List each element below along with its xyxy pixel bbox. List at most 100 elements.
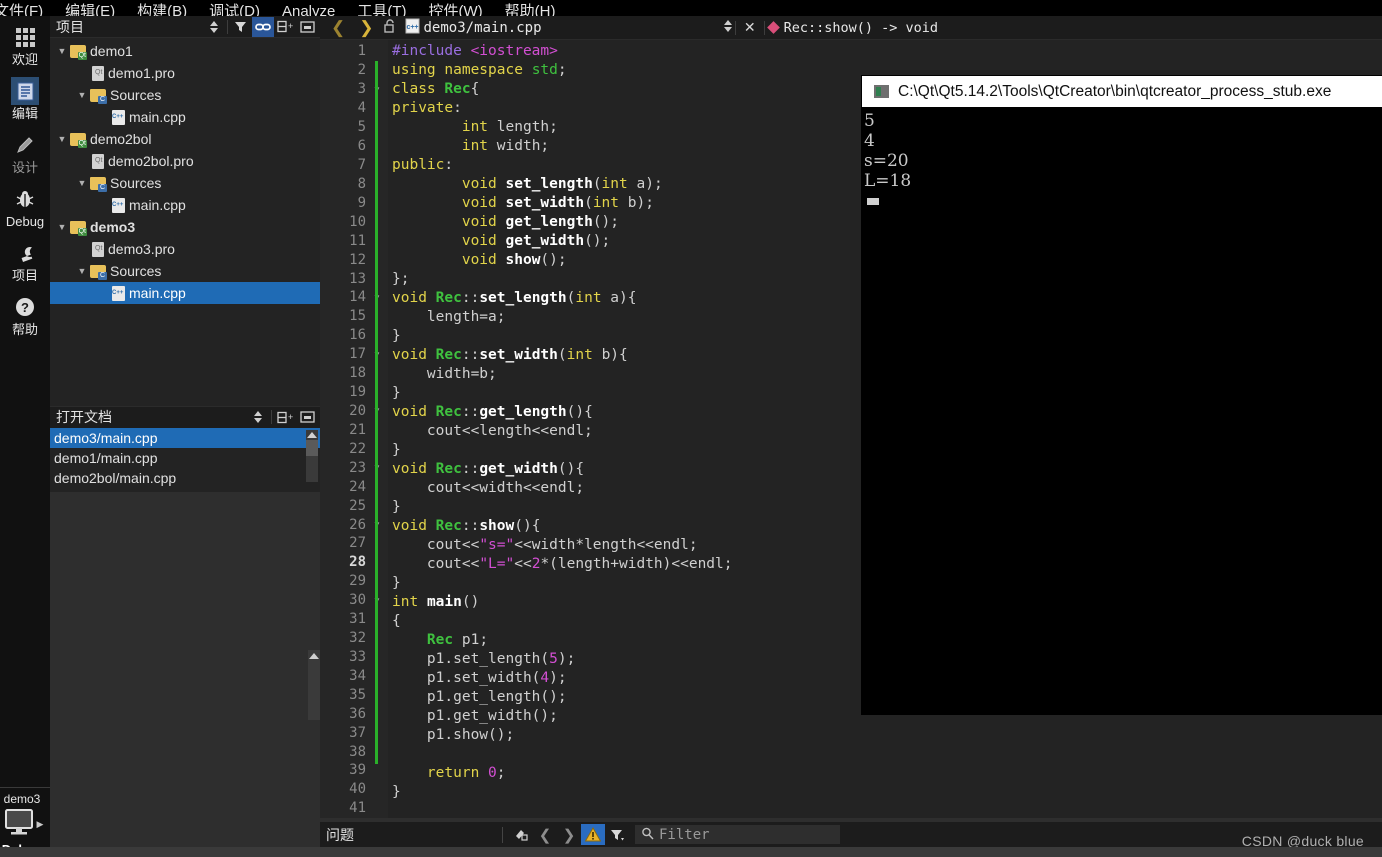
tree-item[interactable]: main.cpp [50, 106, 320, 128]
synchronize-with-editor-button[interactable] [252, 16, 274, 37]
mode-projects[interactable]: 项目 [0, 232, 50, 286]
menu-item-4[interactable]: Analyze [271, 4, 346, 16]
mode-welcome[interactable]: 欢迎 [0, 16, 50, 70]
close-sidebar-button[interactable] [296, 17, 318, 37]
filter-mode-selector[interactable] [203, 17, 225, 37]
project-tree[interactable]: ▼ demo1 demo1.pro ▼ Sources main.cpp ▼ demo2bol… [50, 38, 320, 406]
code-token: :: [461, 518, 480, 534]
tree-item[interactable]: ▼ demo2bol [50, 128, 320, 150]
clear-issues-button[interactable] [509, 824, 533, 845]
mode-edit[interactable]: 编辑 [0, 70, 50, 124]
menu-item-5[interactable]: 工具(T) [346, 4, 417, 16]
opendocs-split-button[interactable]: + [274, 407, 296, 427]
editor-symbol-name[interactable]: Rec::show() -> void [784, 20, 938, 36]
tree-item[interactable]: main.cpp [50, 282, 320, 304]
editor-scroll-up-icon[interactable] [309, 653, 319, 659]
chevron-left-icon[interactable]: ❮ [324, 19, 352, 36]
code-token: set_width [505, 195, 585, 211]
cpp-file-icon [112, 197, 125, 213]
chevron-down-icon[interactable]: ▼ [74, 178, 90, 188]
close-icon[interactable]: ✕ [738, 19, 762, 36]
menu-item-3[interactable]: 调试(D) [198, 4, 271, 16]
menu-item-2[interactable]: 构建(B) [126, 4, 198, 16]
mode-help[interactable]: ? 帮助 [0, 286, 50, 340]
previous-issue-button[interactable]: ❮ [533, 824, 557, 845]
open-documents-list[interactable]: demo3/main.cpp demo1/main.cpp demo2bol/mai… [50, 427, 320, 492]
console-line: 5 [864, 111, 875, 131]
chevron-down-icon[interactable]: ▼ [74, 266, 90, 276]
code-token: :: [461, 404, 480, 420]
open-documents-scrollbar[interactable] [306, 429, 318, 482]
tree-item[interactable]: ▼ Sources [50, 172, 320, 194]
tree-item[interactable]: ▼ Sources [50, 260, 320, 282]
unlocked-padlock-icon[interactable] [381, 19, 399, 36]
code-token: void [461, 252, 497, 268]
code-token: Rec [435, 347, 462, 363]
code-token: ( [592, 176, 602, 192]
menu-item-0[interactable]: 文件(F) [0, 4, 54, 16]
code-token: get_width [479, 461, 558, 477]
pro-file-icon [92, 65, 104, 81]
editor-left-scrollbar[interactable] [308, 650, 320, 720]
opendocs-sort-button[interactable] [247, 407, 269, 427]
console-title-bar[interactable]: C:\Qt\Qt5.14.2\Tools\QtCreator\bin\qtcre… [862, 76, 1382, 107]
bottom-bar-divider [502, 826, 503, 843]
code-line[interactable] [388, 745, 1382, 764]
menu-item-1[interactable]: 编辑(E) [54, 4, 126, 16]
split-button[interactable]: + [274, 17, 296, 37]
tree-item[interactable]: demo1.pro [50, 62, 320, 84]
open-document-item[interactable]: demo1/main.cpp [50, 448, 320, 468]
scroll-up-arrow-icon[interactable] [307, 431, 317, 438]
updown-arrows-icon[interactable] [723, 19, 733, 36]
open-document-item[interactable]: demo3/main.cpp [50, 427, 320, 448]
menu-item-6[interactable]: 控件(W) [418, 4, 494, 16]
opendocs-close-button[interactable] [296, 407, 318, 427]
console-window[interactable]: C:\Qt\Qt5.14.2\Tools\QtCreator\bin\qtcre… [862, 76, 1382, 714]
next-issue-button[interactable]: ❯ [557, 824, 581, 845]
chevron-down-icon[interactable]: ▼ [54, 222, 70, 232]
gutter-line[interactable]: 41 [320, 799, 388, 818]
tree-item[interactable]: ▼ demo1 [50, 40, 320, 62]
tree-item-label: demo2bol [90, 131, 152, 147]
mode-selector-bar: 欢迎 编辑 设计 Debug 项目 ? 帮助 demo3 ▶ [0, 16, 50, 857]
code-line[interactable]: return 0; [388, 764, 1382, 783]
tree-item[interactable]: demo2bol.pro [50, 150, 320, 172]
mode-design[interactable]: 设计 [0, 124, 50, 178]
code-token: :: [461, 461, 480, 477]
code-token: length; [488, 119, 558, 135]
code-token: int [392, 594, 419, 610]
code-token: cout<< [392, 537, 480, 553]
code-line[interactable]: #include <iostream> [388, 42, 1382, 61]
tree-item[interactable]: main.cpp [50, 194, 320, 216]
menu-item-7[interactable]: 帮助(H) [494, 4, 567, 16]
chevron-down-icon[interactable]: ▼ [54, 134, 70, 144]
editor-toolbar-divider-2 [763, 20, 765, 35]
mode-debug[interactable]: Debug [0, 178, 50, 232]
tree-item[interactable]: ▼ Sources [50, 84, 320, 106]
chevron-down-icon[interactable]: ▼ [74, 90, 90, 100]
code-line[interactable] [388, 802, 1382, 818]
open-document-label: demo3/main.cpp [54, 429, 158, 446]
gutter-line[interactable]: 1 [320, 42, 388, 61]
tree-item[interactable]: demo3.pro [50, 238, 320, 260]
chevron-right-icon[interactable]: ❯ [352, 19, 380, 36]
line-number: 8 [357, 175, 366, 192]
gutter-line[interactable]: 40 [320, 780, 388, 799]
chevron-down-icon[interactable]: ▼ [54, 46, 70, 56]
issues-filter-input[interactable]: Filter [635, 825, 840, 844]
open-document-item[interactable]: demo2bol/main.cpp [50, 468, 320, 488]
filter-dropdown-button[interactable] [605, 824, 629, 845]
line-number-gutter[interactable]: 123▼4567891011121314▼151617▼181920▼21222… [320, 40, 388, 818]
code-line[interactable]: } [388, 783, 1382, 802]
scrollbar-thumb[interactable] [306, 439, 318, 456]
filter-tree-button[interactable] [230, 17, 252, 37]
code-token: << [514, 556, 532, 572]
tree-item[interactable]: ▼ demo3 [50, 216, 320, 238]
warning-triangle-icon[interactable] [581, 824, 605, 845]
console-window-icon [874, 85, 889, 98]
code-token: int [566, 347, 593, 363]
code-line[interactable]: p1.show(); [388, 726, 1382, 745]
